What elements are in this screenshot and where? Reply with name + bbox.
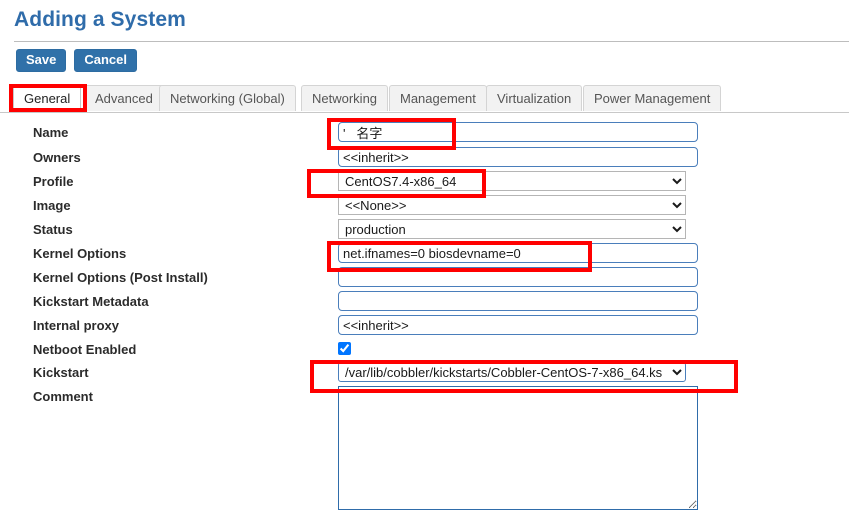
owners-input[interactable] [338,147,698,167]
kernel-options-input[interactable] [338,243,698,263]
label-name: Name [33,125,69,140]
form-row-profile: Profile CentOS7.4-x86_64 [0,171,849,195]
status-select[interactable]: production [338,219,686,239]
tab-power-management[interactable]: Power Management [583,85,722,111]
name-input[interactable] [338,122,698,142]
form-row-status: Status production [0,219,849,243]
form-row-comment: Comment [0,386,849,516]
tab-bar: General Advanced Networking (Global) Net… [0,85,849,113]
action-toolbar: Save Cancel [16,49,138,72]
tab-networking[interactable]: Networking [301,85,389,111]
form-row-kickstart: Kickstart /var/lib/cobbler/kickstarts/Co… [0,362,849,386]
form-row-kernel-options: Kernel Options [0,243,849,267]
label-kickstart-metadata: Kickstart Metadata [33,294,149,309]
profile-select[interactable]: CentOS7.4-x86_64 [338,171,686,191]
kickstart-select[interactable]: /var/lib/cobbler/kickstarts/Cobbler-Cent… [338,362,686,382]
kernel-options-post-input[interactable] [338,267,698,287]
image-select[interactable]: <<None>> [338,195,686,215]
label-comment: Comment [33,389,93,404]
internal-proxy-input[interactable] [338,315,698,335]
tab-virtualization[interactable]: Virtualization [486,85,583,111]
label-kickstart: Kickstart [33,365,89,380]
label-profile: Profile [33,174,74,189]
save-button[interactable]: Save [16,49,67,72]
cancel-button[interactable]: Cancel [74,49,138,72]
label-kernel-options: Kernel Options [33,246,127,261]
label-kernel-options-post: Kernel Options (Post Install) [33,270,208,285]
kickstart-metadata-input[interactable] [338,291,698,311]
label-internal-proxy: Internal proxy [33,318,119,333]
page-title: Adding a System [14,8,186,31]
tab-general[interactable]: General [13,85,82,111]
form-row-kernel-options-post: Kernel Options (Post Install) [0,267,849,291]
label-status: Status [33,222,73,237]
comment-textarea[interactable] [338,386,698,510]
label-image: Image [33,198,71,213]
form-row-kickstart-metadata: Kickstart Metadata [0,291,849,315]
label-owners: Owners [33,150,81,165]
form-row-owners: Owners [0,147,849,171]
form-row-name: Name [0,122,849,146]
tab-networking-global[interactable]: Networking (Global) [159,85,296,111]
form-row-netboot-enabled: Netboot Enabled [0,339,849,363]
form-row-internal-proxy: Internal proxy [0,315,849,339]
title-divider [14,41,849,42]
tab-bar-underline [0,112,849,113]
form-row-image: Image <<None>> [0,195,849,219]
tab-management[interactable]: Management [389,85,487,111]
label-netboot-enabled: Netboot Enabled [33,342,137,357]
tab-advanced[interactable]: Advanced [84,85,164,111]
netboot-enabled-checkbox[interactable] [338,342,351,355]
